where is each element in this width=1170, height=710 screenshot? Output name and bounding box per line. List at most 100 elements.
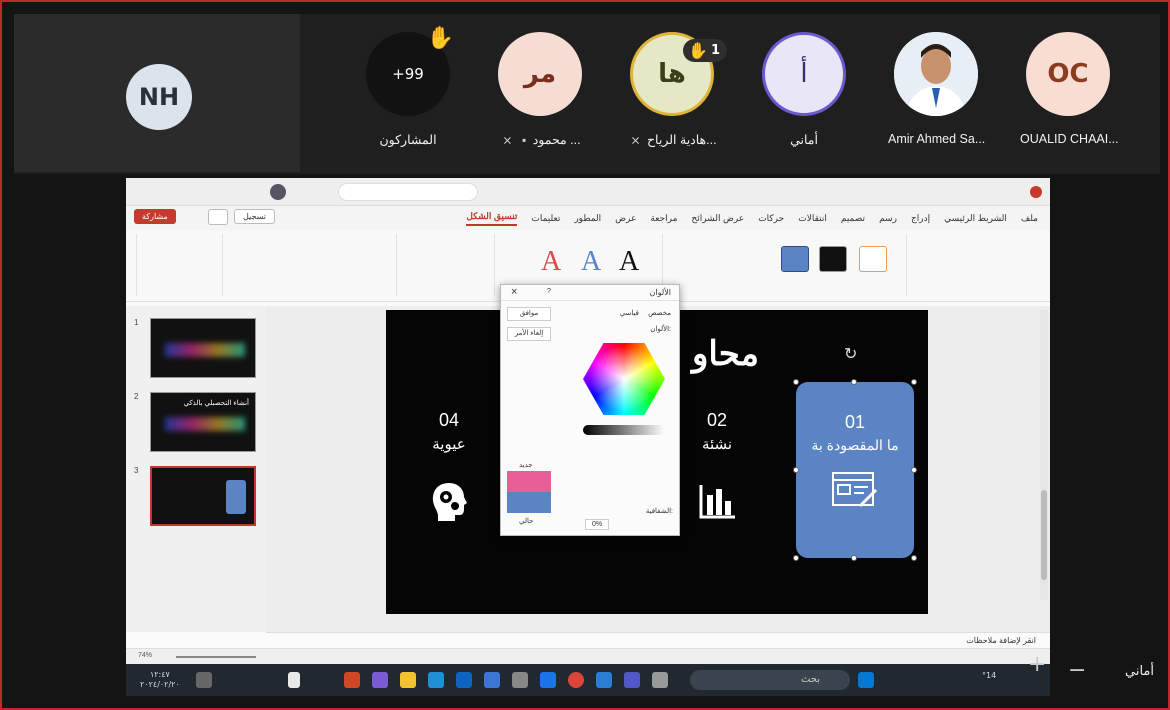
record-button[interactable]: تسجيل — [234, 209, 275, 224]
mic-icon[interactable] — [288, 672, 300, 688]
tab-animations[interactable]: حركات — [758, 213, 784, 224]
thumb-number: 1 — [134, 318, 139, 327]
slide-title[interactable]: محاو — [692, 334, 759, 374]
cancel-button[interactable]: إلغاء الأمر — [507, 327, 551, 341]
meeting-window: NH +99 ✋ المشاركون مر ⨯ ▪ محمود ... ها ✋… — [0, 0, 1170, 710]
zoom-slider[interactable] — [176, 656, 256, 658]
size-group — [136, 234, 220, 296]
slide-thumb-2[interactable]: أنشاء التحصبلي بالذكي — [150, 392, 256, 452]
raised-hand-badge: ✋ 1 — [683, 39, 727, 62]
transparency-input[interactable]: 0% — [585, 519, 610, 530]
app-icon[interactable] — [484, 672, 500, 688]
card-02[interactable]: 02 نشئة — [672, 410, 762, 530]
avatar: OC — [1026, 32, 1110, 116]
app-icon[interactable] — [652, 672, 668, 688]
avatar-initials: مر — [523, 59, 557, 89]
tab-developer[interactable]: المطور — [574, 213, 601, 224]
store-icon[interactable] — [456, 672, 472, 688]
tab-transitions[interactable]: انتقالات — [798, 213, 827, 224]
colors-dialog: × ? الألوان قياسي مخصص الألوان: موافق إل… — [500, 284, 680, 536]
bar-chart-icon — [672, 481, 762, 530]
slide-thumb-3[interactable] — [150, 466, 256, 526]
avatar: مر — [498, 32, 582, 116]
current-label: حالي — [519, 518, 534, 525]
wordart-red[interactable]: A — [541, 246, 561, 278]
app-icon[interactable] — [512, 672, 528, 688]
title-search-box[interactable] — [338, 183, 478, 201]
dialog-titlebar: × ? الألوان — [501, 285, 679, 301]
windows-taskbar: ١٢:٤٧ ٢٠٢٤/٠٢/٢٠ بحث °14 — [126, 664, 1050, 696]
style-outline[interactable] — [859, 246, 887, 272]
slide-thumb-1[interactable] — [150, 318, 256, 378]
tab-review[interactable]: مراجعة — [650, 213, 677, 224]
participant-tile-amani[interactable]: أ أماني — [756, 32, 852, 147]
host-video-tile[interactable]: NH — [14, 14, 300, 172]
tab-custom[interactable]: مخصص — [648, 309, 671, 317]
card-text: عيوية — [432, 436, 466, 453]
colors-label: الألوان: — [650, 326, 671, 333]
tab-file[interactable]: ملف — [1021, 213, 1038, 224]
participants-tile[interactable]: +99 ✋ المشاركون — [360, 26, 456, 147]
comments-icon[interactable] — [208, 209, 228, 225]
teams-icon[interactable] — [372, 672, 388, 688]
folder-icon[interactable] — [400, 672, 416, 688]
avatar-initials: أ — [800, 59, 808, 89]
tab-draw[interactable]: رسم — [879, 213, 897, 224]
participant-tile-amir[interactable]: Amir Ahmed Sa... — [888, 32, 986, 146]
card-text: ما المقصودة بة — [811, 437, 899, 453]
close-icon[interactable]: × — [511, 286, 517, 298]
mail-icon[interactable] — [540, 672, 556, 688]
ok-button[interactable]: موافق — [507, 307, 551, 321]
participant-name: ⨯ ▪ محمود ... — [502, 133, 581, 147]
color-hexagon-picker[interactable] — [583, 343, 665, 415]
grayscale-picker[interactable] — [583, 425, 665, 435]
participant-name: Amir Ahmed Sa... — [888, 132, 986, 146]
zoom-out-icon[interactable]: − — [1068, 658, 1086, 683]
dialog-title: الألوان — [649, 288, 671, 297]
edge-icon[interactable] — [428, 672, 444, 688]
tab-help[interactable]: تعليمات — [531, 213, 560, 224]
wordart-black[interactable]: A — [619, 246, 639, 278]
profile-photo — [894, 32, 978, 116]
style-blue[interactable] — [781, 246, 809, 272]
card-number: 01 — [844, 412, 866, 432]
participant-tile-oualid[interactable]: OC OUALID CHAAI... — [1020, 32, 1119, 146]
network-icon[interactable] — [196, 672, 212, 688]
participant-tile-hadia[interactable]: ها ✋ 1 ⨯ هادية الرياح... — [624, 32, 727, 147]
raised-hand-icon: ✋ — [688, 41, 708, 60]
participant-strip: NH +99 ✋ المشاركون مر ⨯ ▪ محمود ... ها ✋… — [14, 14, 1160, 174]
wordart-blue[interactable]: A — [581, 246, 601, 278]
weather-temperature[interactable]: °14 — [982, 671, 996, 680]
raised-hand-icon: ✋ — [426, 26, 454, 51]
tab-slideshow[interactable]: عرض الشرائح — [691, 213, 744, 224]
help-icon[interactable]: ? — [547, 288, 551, 295]
tab-insert[interactable]: إدراج — [911, 213, 930, 224]
zoom-in-icon[interactable]: + — [1028, 652, 1046, 677]
zoom-level[interactable]: 74% — [138, 652, 152, 659]
windows-start-icon[interactable] — [858, 672, 874, 688]
word-icon[interactable] — [596, 672, 612, 688]
taskbar-search[interactable]: بحث — [690, 670, 850, 690]
share-button[interactable]: مشاركة — [134, 209, 176, 224]
taskbar-clock[interactable]: ١٢:٤٧ ٢٠٢٤/٠٢/٢٠ — [140, 670, 180, 690]
tab-design[interactable]: تصميم — [841, 213, 865, 224]
thumb-number: 3 — [134, 466, 139, 475]
notes-pane[interactable]: انقر لإضافة ملاحظات — [266, 632, 1050, 648]
card-01[interactable]: 01 ما المقصودة بة — [796, 382, 914, 558]
arrange-group — [222, 234, 394, 296]
chrome-icon[interactable] — [568, 672, 584, 688]
tab-shape-format[interactable]: تنسيق الشكل — [466, 211, 518, 226]
vertical-scrollbar[interactable] — [1040, 310, 1048, 600]
style-black[interactable] — [819, 246, 847, 272]
rotate-handle-icon[interactable]: ↻ — [844, 344, 857, 364]
tab-standard[interactable]: قياسي — [620, 309, 639, 317]
camera-off-icon: ▪ — [521, 133, 527, 147]
account-avatar[interactable] — [270, 184, 286, 200]
card-number: 04 — [438, 410, 460, 430]
powerpoint-icon[interactable] — [344, 672, 360, 688]
participant-tile-mahmoud[interactable]: مر ⨯ ▪ محمود ... — [492, 32, 588, 147]
tab-view[interactable]: عرض — [615, 213, 636, 224]
zoom-icon[interactable] — [624, 672, 640, 688]
card-04[interactable]: 04 عيوية — [404, 410, 494, 532]
tab-home[interactable]: الشريط الرئيسي — [944, 213, 1007, 224]
